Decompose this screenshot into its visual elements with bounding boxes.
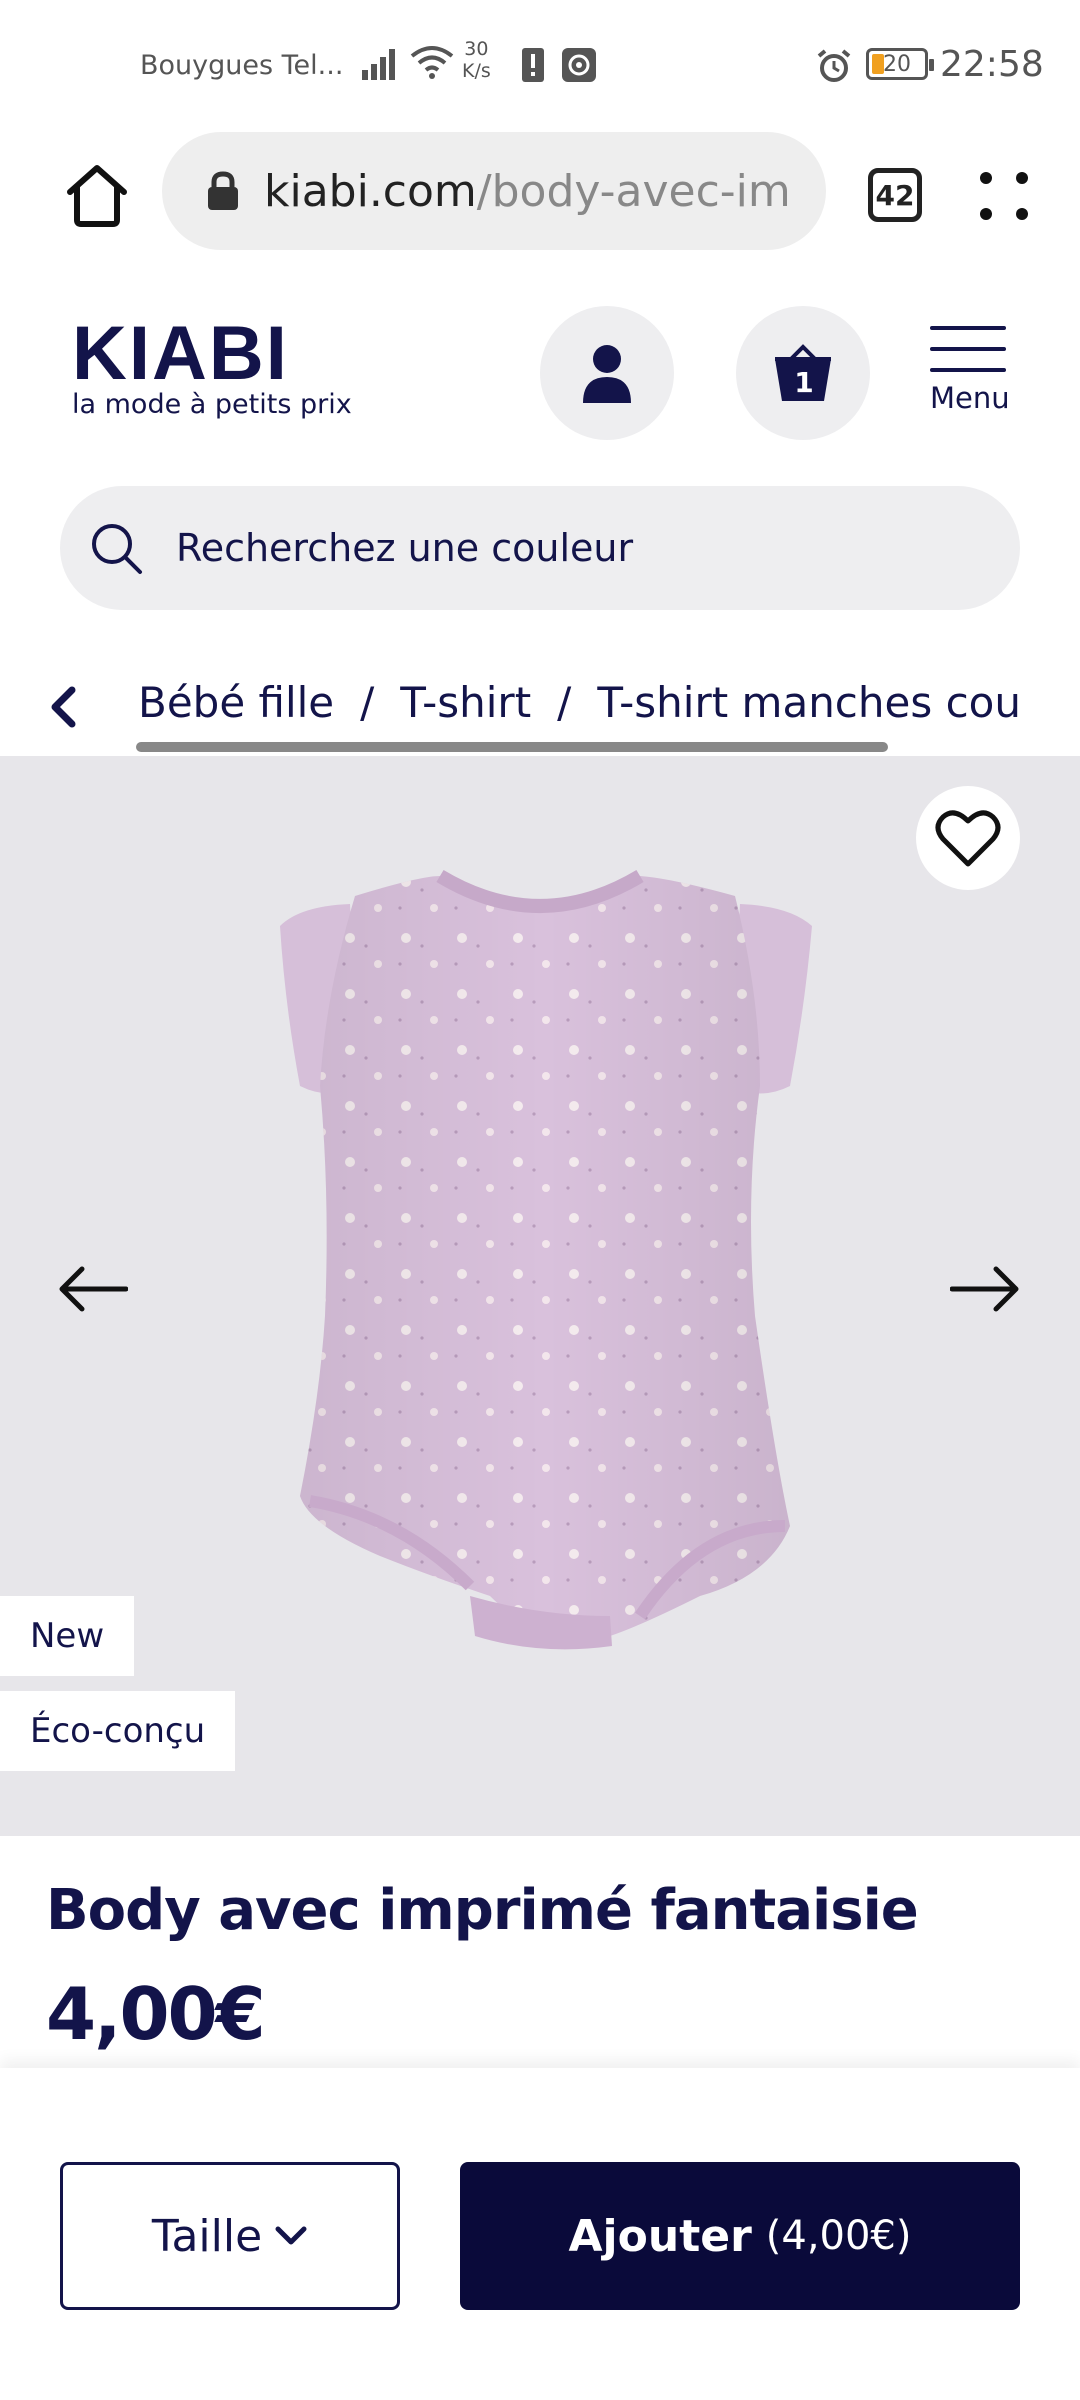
- chevron-left-icon[interactable]: [40, 682, 90, 732]
- battery-icon: 20: [866, 48, 934, 80]
- breadcrumb-separator: /: [557, 678, 572, 727]
- size-select[interactable]: Taille: [60, 2162, 400, 2310]
- product-price: 4,00€: [46, 1972, 266, 2056]
- alarm-icon: [817, 49, 851, 82]
- add-label: Ajouter: [568, 2210, 752, 2262]
- size-label: Taille: [151, 2210, 263, 2262]
- lock-icon: [208, 171, 238, 210]
- search-placeholder: Recherchez une couleur: [176, 526, 634, 570]
- arrow-right-icon[interactable]: [950, 1264, 1022, 1314]
- hamburger-icon: [930, 326, 1006, 372]
- arrow-left-icon[interactable]: [56, 1264, 128, 1314]
- breadcrumb-scrollbar[interactable]: [136, 742, 888, 752]
- site-header: KIABI la mode à petits prix 1 Menu: [0, 290, 1080, 460]
- account-button[interactable]: [540, 306, 674, 440]
- search-input[interactable]: Recherchez une couleur: [60, 486, 1020, 610]
- product-title: Body avec imprimé fantaisie: [46, 1878, 919, 1943]
- home-icon[interactable]: [62, 160, 132, 230]
- signal-icon: [362, 49, 395, 80]
- clock: 22:58: [940, 44, 1044, 85]
- more-options-icon[interactable]: [976, 168, 1032, 224]
- breadcrumb-separator: /: [360, 678, 375, 727]
- product-image: [280, 869, 812, 1650]
- menu-label: Menu: [930, 381, 1010, 415]
- battery-level: 20: [883, 51, 911, 77]
- heart-icon: [935, 810, 1001, 867]
- logo-tagline: la mode à petits prix: [72, 389, 352, 420]
- alert-icon: [522, 48, 544, 82]
- badge-eco-concu: Éco-conçu: [0, 1691, 236, 1771]
- breadcrumb-trail: Bébé fille / T-shirt / T-shirt manches cou: [138, 678, 1021, 727]
- url-domain: kiabi.com: [264, 165, 477, 217]
- address-bar[interactable]: kiabi.com/body-avec-im: [162, 132, 826, 250]
- add-price: (4,00€): [765, 2213, 912, 2259]
- status-bar: Bouygues Tel... 30 K/s 20 22:58: [0, 0, 1080, 130]
- favorite-button[interactable]: [916, 786, 1020, 890]
- tab-switcher-button[interactable]: 42: [868, 168, 922, 222]
- kiabi-logo[interactable]: KIABI la mode à petits prix: [72, 311, 352, 420]
- product-gallery[interactable]: New Éco-conçu: [0, 756, 1080, 1836]
- tab-count: 42: [875, 178, 915, 212]
- breadcrumb-item-t-shirt[interactable]: T-shirt: [400, 678, 531, 727]
- logo-wordmark: KIABI: [72, 311, 289, 396]
- browser-toolbar: kiabi.com/body-avec-im 42: [0, 130, 1080, 260]
- url-path: /body-avec-im: [476, 165, 791, 217]
- chevron-down-icon: [275, 2226, 307, 2245]
- url-text: kiabi.com/body-avec-im: [264, 166, 791, 217]
- cart-count: 1: [794, 366, 814, 399]
- network-speed-value: 30: [464, 38, 489, 60]
- carrier-name: Bouygues Tel...: [140, 50, 344, 81]
- breadcrumb-item-bebe-fille[interactable]: Bébé fille: [138, 678, 334, 727]
- user-icon: [583, 345, 631, 403]
- vpn-icon: [562, 48, 596, 82]
- breadcrumb: Bébé fille / T-shirt / T-shirt manches cou: [0, 670, 1080, 756]
- network-speed-unit: K/s: [462, 60, 491, 82]
- cart-button[interactable]: 1: [736, 306, 870, 440]
- breadcrumb-item-t-shirt-manches[interactable]: T-shirt manches cou: [597, 678, 1021, 727]
- menu-button[interactable]: Menu: [930, 326, 1010, 415]
- purchase-bar: Taille Ajouter (4,00€): [0, 2068, 1080, 2400]
- search-icon: [92, 524, 142, 574]
- network-speed: 30 K/s: [462, 38, 491, 82]
- badge-new: New: [0, 1596, 135, 1676]
- wifi-icon: [410, 46, 454, 79]
- add-to-cart-button[interactable]: Ajouter (4,00€): [460, 2162, 1020, 2310]
